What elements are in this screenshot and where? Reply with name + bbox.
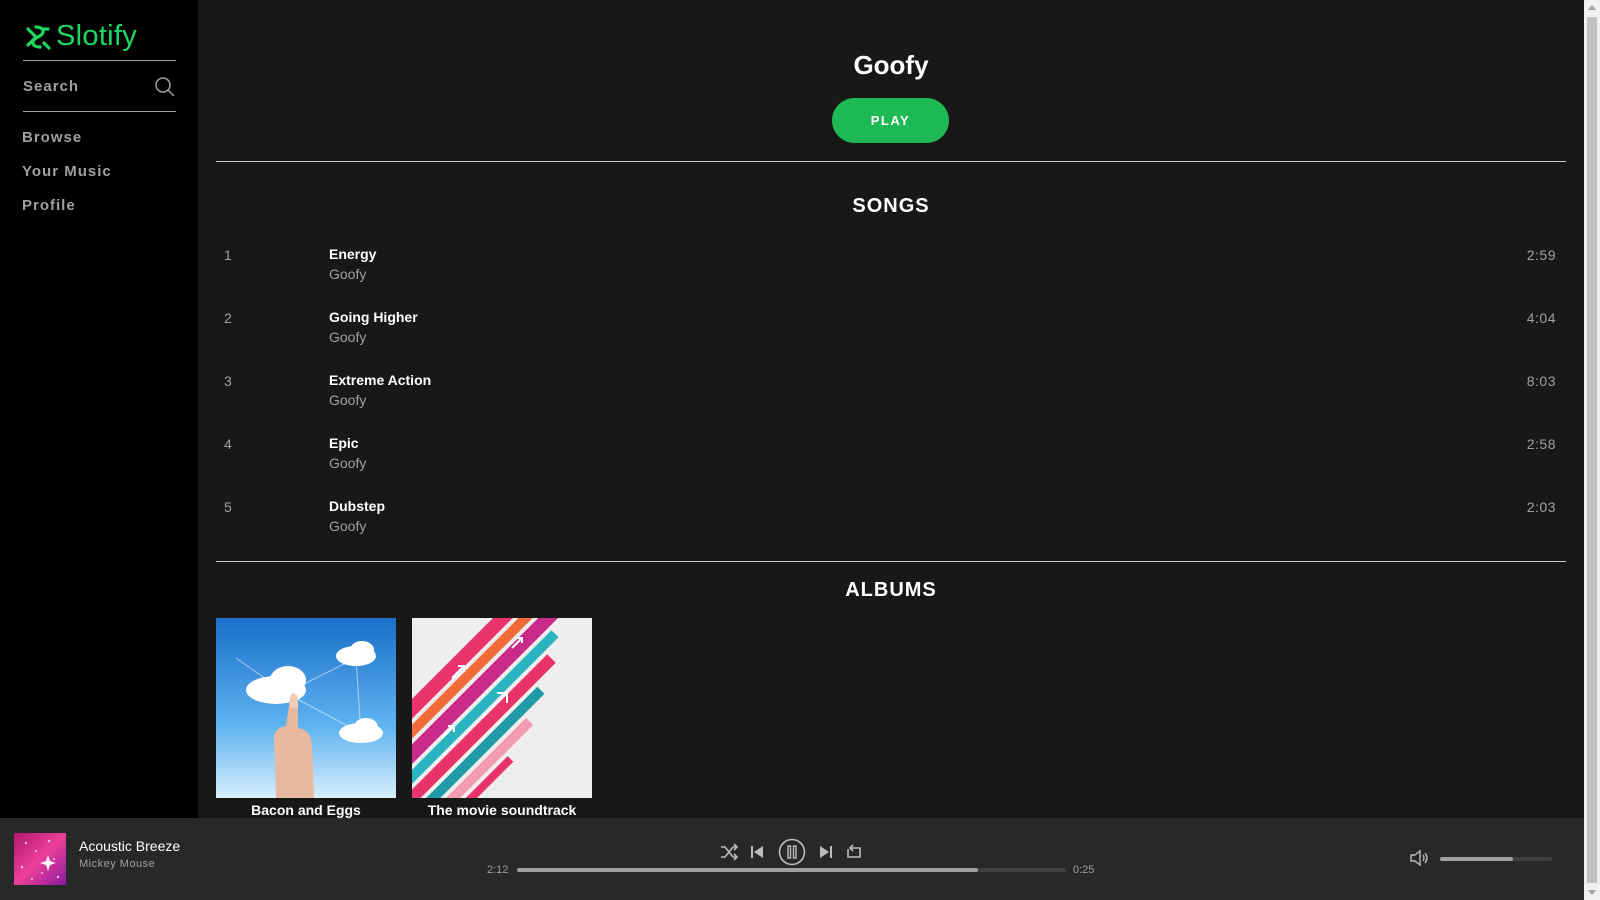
search-label: Search bbox=[23, 78, 80, 95]
track-duration: 8:03 bbox=[1526, 373, 1556, 389]
track-artist: Goofy bbox=[329, 455, 367, 471]
track-row[interactable]: 2 Going Higher Goofy 4:04 bbox=[216, 304, 1566, 364]
logo-icon bbox=[26, 24, 51, 50]
track-number: 2 bbox=[224, 310, 232, 326]
track-title: Dubstep bbox=[329, 498, 385, 514]
track-duration: 2:03 bbox=[1526, 499, 1556, 515]
play-button[interactable]: PLAY bbox=[832, 98, 949, 143]
scroll-down-icon[interactable] bbox=[1588, 890, 1596, 895]
logo[interactable]: Slotify bbox=[24, 20, 137, 53]
sidebar-item-browse[interactable]: Browse bbox=[22, 129, 82, 146]
now-playing-title[interactable]: Acoustic Breeze bbox=[79, 838, 180, 854]
track-number: 1 bbox=[224, 247, 232, 263]
track-duration: 4:04 bbox=[1526, 310, 1556, 326]
next-icon[interactable] bbox=[815, 841, 837, 863]
albums-heading: ALBUMS bbox=[845, 579, 937, 601]
now-playing-artist[interactable]: Mickey Mouse bbox=[79, 858, 155, 870]
album-card[interactable]: The movie soundtrack bbox=[412, 618, 592, 818]
section-divider bbox=[216, 161, 1566, 162]
track-row[interactable]: 4 Epic Goofy 2:58 bbox=[216, 430, 1566, 490]
track-title: Energy bbox=[329, 246, 377, 262]
scroll-up-icon[interactable] bbox=[1588, 5, 1596, 10]
remaining-time: 0:25 bbox=[1073, 864, 1095, 876]
volume-slider[interactable] bbox=[1440, 857, 1552, 861]
scroll-thumb[interactable] bbox=[1587, 17, 1597, 883]
main-content: Goofy PLAY SONGS 1 Energy Goofy 2:59 2 G… bbox=[198, 0, 1584, 818]
progress-bar[interactable] bbox=[517, 868, 1066, 872]
track-row[interactable]: 3 Extreme Action Goofy 8:03 bbox=[216, 367, 1566, 427]
album-cover bbox=[216, 618, 396, 798]
track-artist: Goofy bbox=[329, 392, 367, 408]
sidebar-divider bbox=[23, 60, 176, 61]
scrollbar[interactable] bbox=[1584, 0, 1600, 900]
search-icon bbox=[155, 77, 175, 97]
now-playing-artwork[interactable] bbox=[14, 833, 66, 885]
album-title: Bacon and Eggs bbox=[251, 802, 361, 818]
section-divider bbox=[216, 561, 1566, 562]
track-artist: Goofy bbox=[329, 266, 367, 282]
sidebar: Slotify Search Browse Your Music Profile bbox=[0, 0, 198, 818]
track-title: Epic bbox=[329, 435, 359, 451]
track-duration: 2:59 bbox=[1526, 247, 1556, 263]
track-duration: 2:58 bbox=[1526, 436, 1556, 452]
sidebar-item-profile[interactable]: Profile bbox=[22, 197, 76, 214]
track-row[interactable]: 5 Dubstep Goofy 2:03 bbox=[216, 493, 1566, 553]
pause-icon[interactable] bbox=[778, 838, 806, 866]
repeat-icon[interactable] bbox=[843, 841, 865, 863]
shuffle-icon[interactable] bbox=[718, 841, 740, 863]
volume-fill bbox=[1440, 857, 1513, 861]
elapsed-time: 2:12 bbox=[487, 864, 509, 876]
album-cover bbox=[412, 618, 592, 798]
track-artist: Goofy bbox=[329, 329, 367, 345]
track-title: Extreme Action bbox=[329, 372, 432, 388]
album-card[interactable]: Bacon and Eggs bbox=[216, 618, 396, 818]
track-artist: Goofy bbox=[329, 518, 367, 534]
track-number: 5 bbox=[224, 499, 232, 515]
progress-fill bbox=[517, 868, 979, 872]
logo-text: Slotify bbox=[56, 20, 138, 52]
previous-icon[interactable] bbox=[746, 841, 768, 863]
artist-name: Goofy bbox=[853, 50, 929, 80]
track-number: 3 bbox=[224, 373, 232, 389]
songs-heading: SONGS bbox=[852, 195, 930, 217]
track-number: 4 bbox=[224, 436, 232, 452]
search-link[interactable]: Search bbox=[23, 74, 176, 112]
volume-icon[interactable] bbox=[1408, 847, 1430, 869]
sidebar-item-your-music[interactable]: Your Music bbox=[22, 163, 112, 180]
now-playing-bar: Acoustic Breeze Mickey Mouse 2:12 0:25 bbox=[0, 818, 1584, 900]
track-row[interactable]: 1 Energy Goofy 2:59 bbox=[216, 241, 1566, 301]
album-title: The movie soundtrack bbox=[427, 802, 577, 818]
track-title: Going Higher bbox=[329, 309, 418, 325]
